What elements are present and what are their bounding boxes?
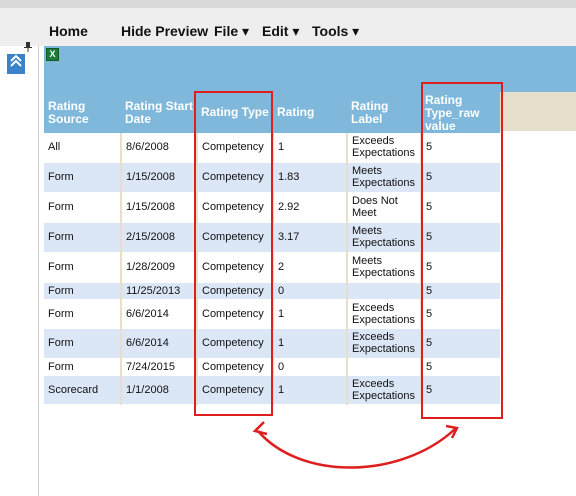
double-arrow-annotation <box>252 421 459 469</box>
